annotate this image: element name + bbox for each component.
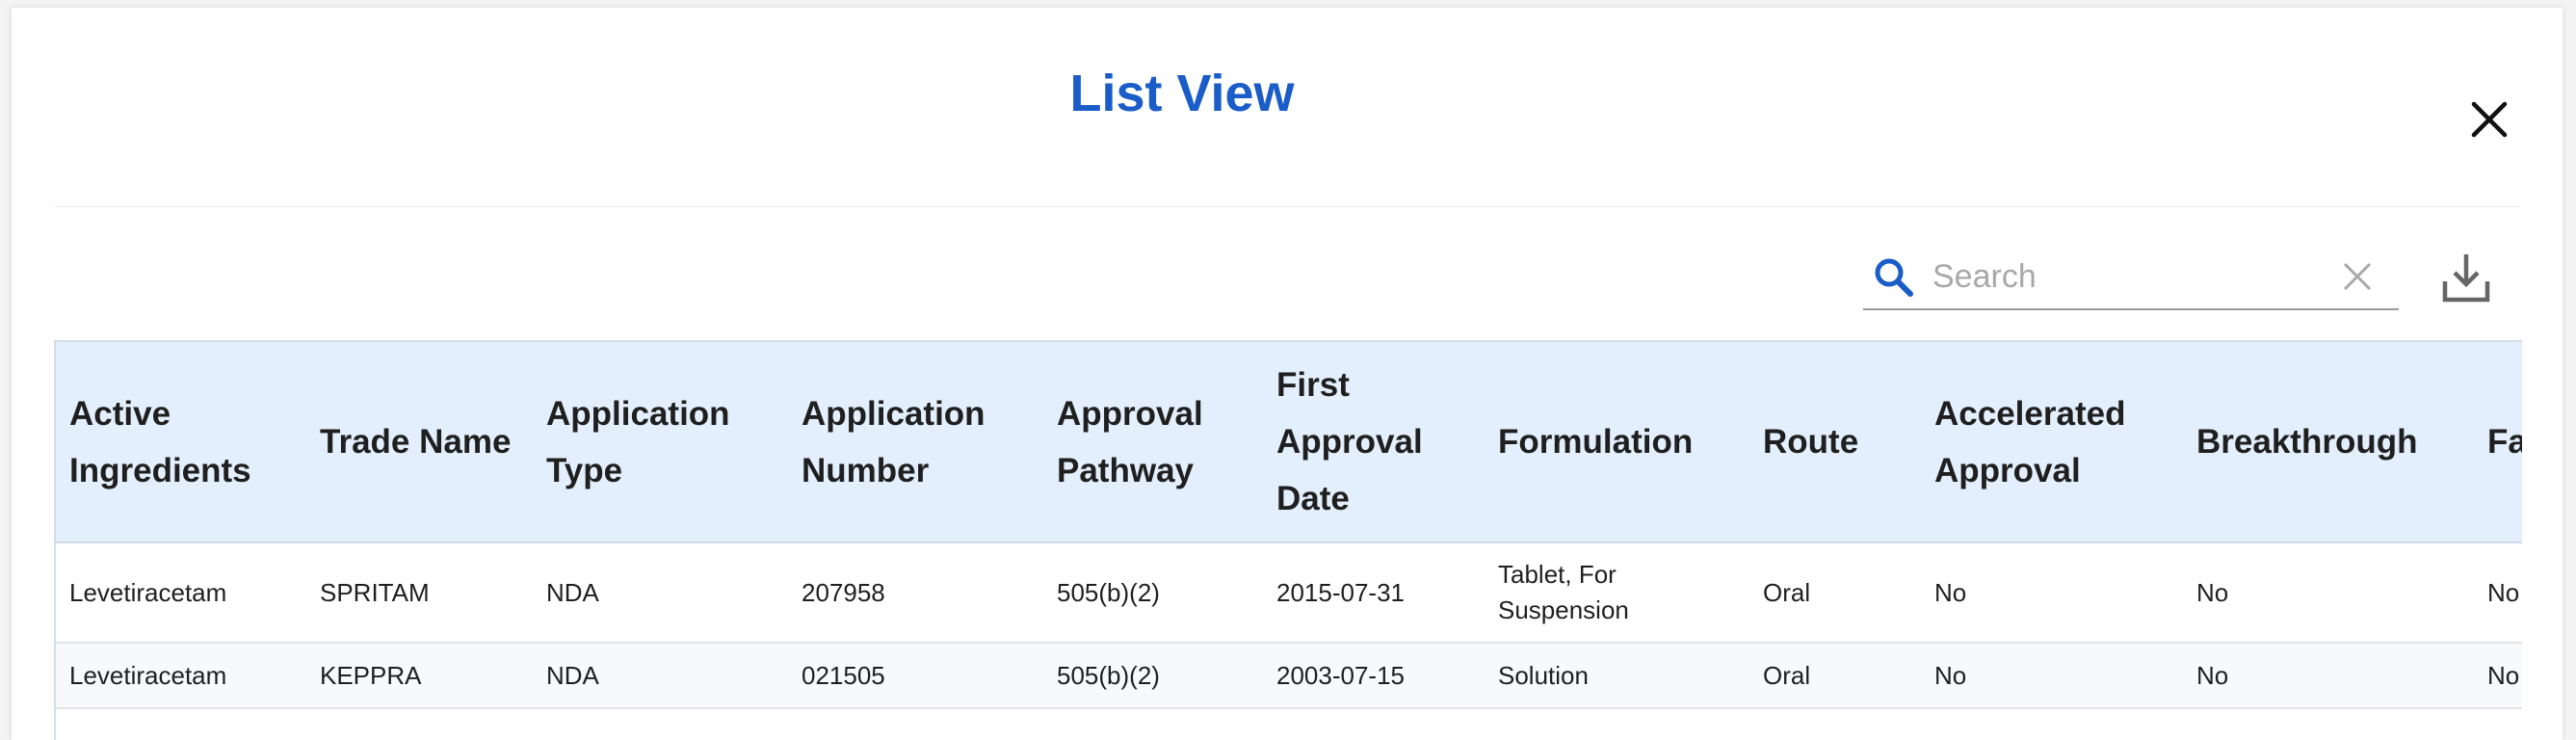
column-header-route[interactable]: Route xyxy=(1749,342,1921,543)
column-header-fa[interactable]: Fa xyxy=(2474,342,2522,543)
close-icon xyxy=(2471,101,2508,138)
table-cell: 505(b)(2) xyxy=(1043,643,1263,709)
download-icon xyxy=(2442,254,2490,303)
table-cell: NDA xyxy=(533,643,788,709)
table-cell: Oral xyxy=(1749,542,1921,644)
table-cell: KEPPRA xyxy=(306,643,533,709)
table-cell: No xyxy=(2183,542,2474,644)
table-cell: 207958 xyxy=(788,542,1043,644)
table-cell xyxy=(1921,708,2183,740)
table-cell: Solution xyxy=(1485,643,1749,709)
table-cell xyxy=(2183,708,2474,740)
table-cell xyxy=(1749,708,1921,740)
table-row[interactable]: Levetiracetam KEPPRA NDA 021505 505(b)(2… xyxy=(56,643,2522,709)
results-table: Active Ingredients Trade Name Applicatio… xyxy=(56,342,2522,740)
column-header-formulation[interactable]: Formulation xyxy=(1485,342,1749,543)
table-cell: Levetiracetam xyxy=(56,643,306,709)
table-cell xyxy=(2474,708,2522,740)
table-cell: No xyxy=(2183,643,2474,709)
table-cell: No xyxy=(1921,643,2183,709)
table-cell xyxy=(1485,708,1749,740)
table-cell: NDA xyxy=(533,542,788,644)
table-cell xyxy=(56,708,306,740)
table-row[interactable] xyxy=(56,708,2522,740)
search-bar xyxy=(1863,245,2399,310)
table-cell: 2015-07-31 xyxy=(1263,542,1485,644)
column-header-first-approval-date[interactable]: First Approval Date xyxy=(1263,342,1485,543)
table-header-row: Active Ingredients Trade Name Applicatio… xyxy=(56,342,2522,543)
results-table-container[interactable]: Active Ingredients Trade Name Applicatio… xyxy=(54,340,2522,740)
table-cell: SPRITAM xyxy=(306,542,533,644)
table-cell xyxy=(1263,708,1485,740)
column-header-approval-pathway[interactable]: Approval Pathway xyxy=(1043,342,1263,543)
list-view-modal: List View Search Active Ingredients Trad… xyxy=(12,8,2563,740)
table-cell: No xyxy=(1921,542,2183,644)
table-cell: No xyxy=(2474,542,2522,644)
table-cell: Tablet, For Suspension xyxy=(1485,542,1749,644)
table-cell: Oral xyxy=(1749,643,1921,709)
table-cell: 2003-07-15 xyxy=(1263,643,1485,709)
download-button[interactable] xyxy=(2441,251,2491,304)
table-cell xyxy=(533,708,788,740)
table-cell: No xyxy=(2474,643,2522,709)
column-header-accelerated-approval[interactable]: Accelerated Approval xyxy=(1921,342,2183,543)
close-button[interactable] xyxy=(2466,96,2512,143)
column-header-active-ingredients[interactable]: Active Ingredients xyxy=(56,342,306,543)
column-header-application-number[interactable]: Application Number xyxy=(788,342,1043,543)
table-cell xyxy=(306,708,533,740)
search-icon xyxy=(1875,258,1913,297)
table-cell: 021505 xyxy=(788,643,1043,709)
search-input[interactable] xyxy=(1931,252,2320,301)
header-divider xyxy=(54,206,2520,207)
table-cell xyxy=(1043,708,1263,740)
modal-title: List View xyxy=(1069,65,1295,122)
column-header-breakthrough[interactable]: Breakthrough xyxy=(2183,342,2474,543)
table-row[interactable]: Levetiracetam SPRITAM NDA 207958 505(b)(… xyxy=(56,542,2522,644)
table-cell: Levetiracetam xyxy=(56,542,306,644)
column-header-trade-name[interactable]: Trade Name xyxy=(306,342,533,543)
table-cell: 505(b)(2) xyxy=(1043,542,1263,644)
column-header-application-type[interactable]: Application Type xyxy=(533,342,788,543)
table-cell xyxy=(788,708,1043,740)
clear-icon[interactable] xyxy=(2341,260,2374,293)
